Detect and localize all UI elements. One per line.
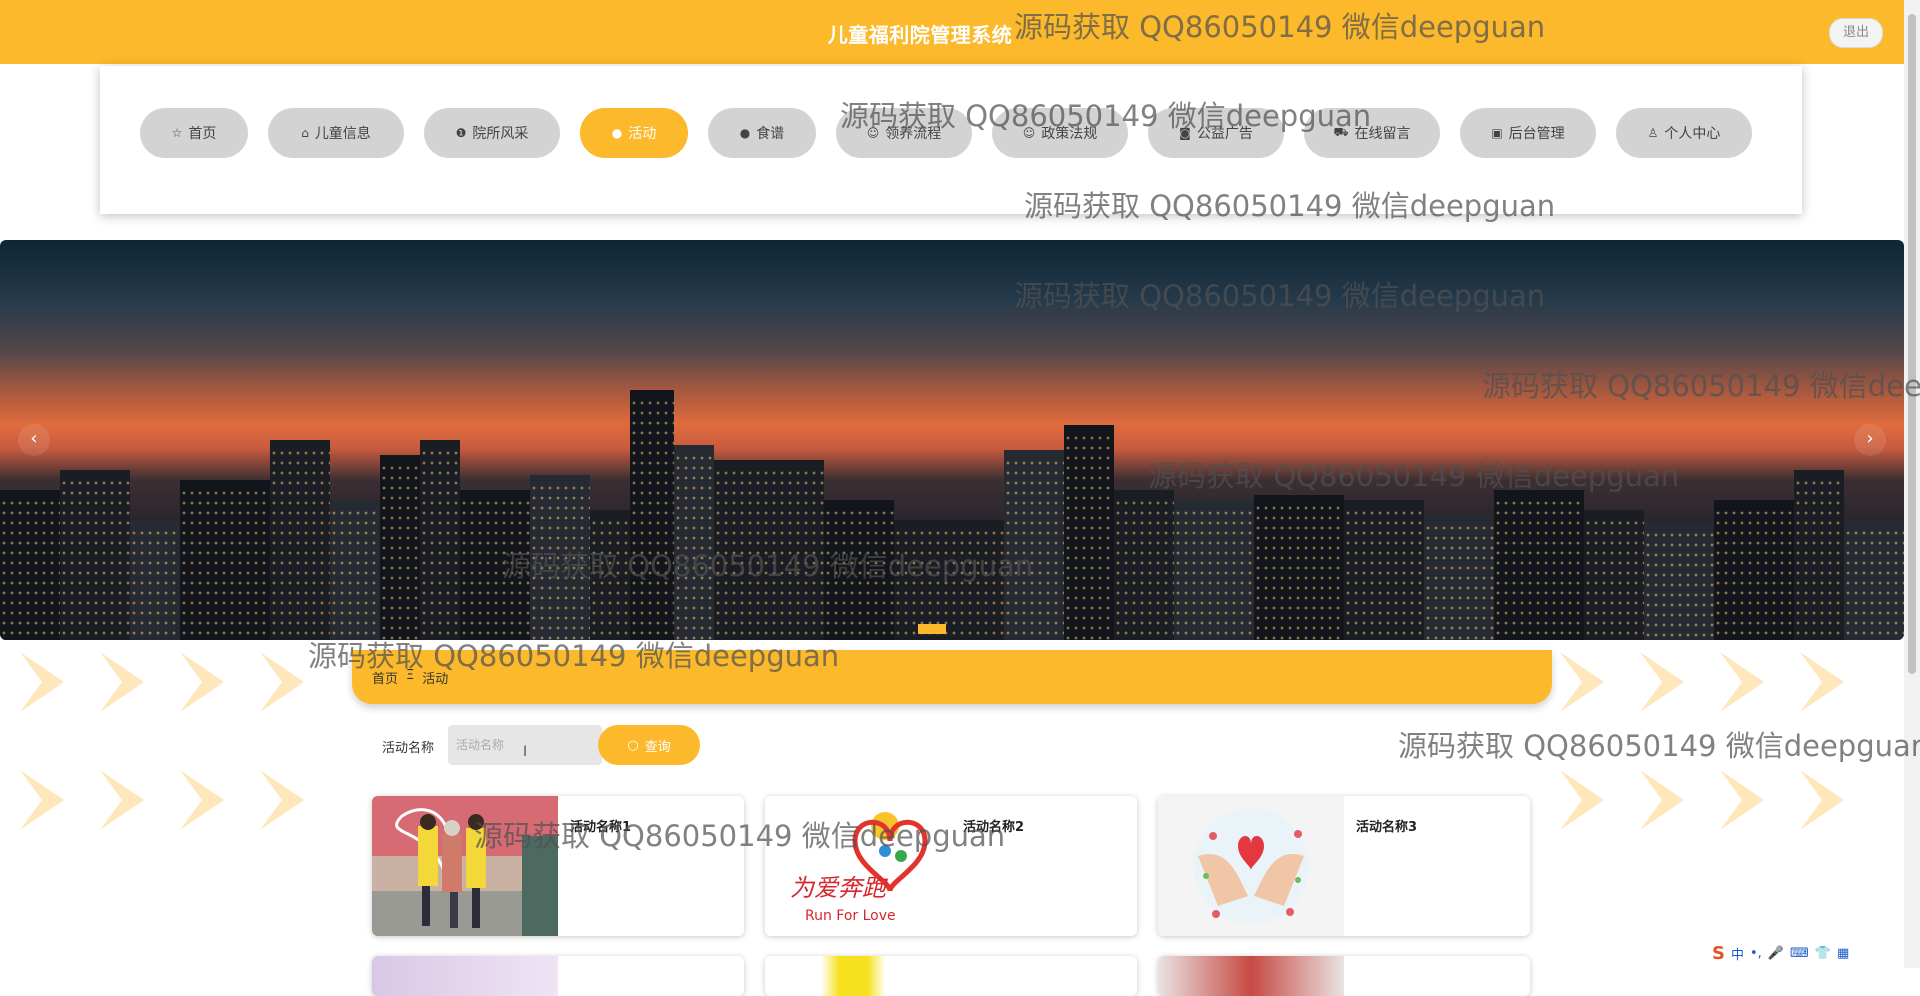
ime-language[interactable]: 中 (1731, 944, 1744, 963)
ime-punctuation-icon[interactable]: •, (1750, 946, 1762, 961)
nav-item-label: 领养流程 (885, 126, 942, 142)
activity-card[interactable] (1158, 956, 1530, 996)
card-image-caption-en: Run For Love (805, 908, 896, 924)
carousel-prev-arrow[interactable]: ‹ (18, 424, 50, 456)
nav-item-label: 公益广告 (1196, 126, 1253, 142)
nav-item-children-info[interactable]: ⌂ 儿童信息 (268, 108, 404, 158)
activity-image (1158, 956, 1344, 996)
breadcrumb: 首页 Ξ 活动 (372, 668, 448, 687)
carousel-next-arrow[interactable]: › (1854, 424, 1886, 456)
sogou-logo-icon: S (1712, 942, 1725, 964)
activity-image (372, 956, 558, 996)
nav-item-label: 活动 (628, 126, 657, 142)
card-image-caption-cn: 为爱奔跑 (790, 874, 889, 902)
nav-item-label: 食谱 (756, 126, 785, 142)
nav-item-recipes[interactable]: ● 食谱 (708, 108, 816, 158)
nav-card: ☆ 首页 ⌂ 儿童信息 ❶ 院所风采 ● 活动 ● 食谱 ☺ 领养流程 ☺ 政策… (100, 66, 1802, 214)
star-icon: ☆ (171, 126, 183, 140)
search-button[interactable]: ○ 查询 (598, 725, 700, 765)
site-title: 儿童福利院管理系统 (827, 23, 1013, 47)
truck-icon: ⛟ (1333, 125, 1349, 139)
top-header-bar: 儿童福利院管理系统 退出 (0, 0, 1904, 64)
nav-item-admin[interactable]: ▣ 后台管理 (1460, 108, 1596, 158)
activity-card[interactable]: 活动名称3 (1158, 796, 1530, 936)
nav-item-label: 首页 (188, 126, 217, 142)
activity-card-title[interactable]: 活动名称2 (963, 816, 1024, 835)
breadcrumb-home[interactable]: 首页 (372, 668, 398, 687)
user-icon: ♙ (1647, 126, 1659, 140)
camera-icon: ◙ (1179, 126, 1191, 140)
smile-icon: ☺ (866, 126, 880, 140)
carousel-indicator[interactable] (918, 624, 946, 634)
ime-toolbar[interactable]: S 中 •, 🎤 ⌨ 👕 ▦ (1712, 942, 1849, 964)
activity-card[interactable]: 活动名称1 (372, 796, 744, 936)
activity-image: 为爱奔跑 Run For Love (765, 796, 951, 936)
breadcrumb-current: 活动 (422, 672, 449, 687)
nav-item-adoption-process[interactable]: ☺ 领养流程 (836, 108, 972, 158)
shirt-icon[interactable]: 👕 (1815, 946, 1831, 961)
activity-image (1158, 796, 1344, 936)
activity-card[interactable]: 为爱奔跑 Run For Love 活动名称2 (765, 796, 1137, 936)
info-icon: ● (739, 126, 751, 140)
nav-item-label: 院所风采 (472, 126, 529, 142)
watermark-text: 源码获取 QQ86050149 微信deepguan (1398, 729, 1920, 763)
nav-item-policies[interactable]: ☺ 政策法规 (992, 108, 1128, 158)
dashboard-icon: ▣ (1491, 126, 1503, 140)
smile-icon: ☺ (1022, 126, 1036, 140)
nav-item-label: 个人中心 (1664, 126, 1721, 142)
scrollbar-thumb[interactable] (1908, 14, 1916, 674)
microphone-icon[interactable]: 🎤 (1768, 946, 1784, 961)
grid-icon[interactable]: ▦ (1837, 946, 1849, 961)
breadcrumb-separator-icon: Ξ (406, 668, 415, 683)
nav-item-label: 政策法规 (1041, 126, 1098, 142)
activity-card[interactable] (372, 956, 744, 996)
nav-item-label: 在线留言 (1354, 126, 1411, 142)
nav-item-label: 后台管理 (1508, 126, 1565, 142)
activity-card-title[interactable]: 活动名称3 (1356, 816, 1417, 835)
activity-image (372, 796, 558, 936)
nav-item-public-ads[interactable]: ◙ 公益广告 (1148, 108, 1284, 158)
nav-item-institution-gallery[interactable]: ❶ 院所风采 (424, 108, 560, 158)
activity-image (765, 956, 951, 996)
bag-icon: ⌂ (301, 126, 309, 140)
nav-item-activities[interactable]: ● 活动 (580, 108, 688, 158)
nav-item-home[interactable]: ☆ 首页 (140, 108, 248, 158)
search-icon: ○ (627, 737, 639, 753)
info-icon: ● (611, 126, 623, 140)
activity-card[interactable] (765, 956, 1137, 996)
nav-item-profile[interactable]: ♙ 个人中心 (1616, 108, 1752, 158)
text-cursor-icon: I (523, 744, 528, 760)
breadcrumb-bar: 首页 Ξ 活动 (352, 650, 1552, 704)
keyboard-icon[interactable]: ⌨ (1790, 946, 1809, 961)
banner-carousel[interactable]: ‹ › (0, 240, 1904, 640)
exclamation-icon: ❶ (455, 126, 467, 140)
search-button-label: 查询 (644, 739, 671, 755)
logout-button[interactable]: 退出 (1829, 18, 1883, 48)
nav-item-label: 儿童信息 (314, 126, 371, 142)
activity-card-title[interactable]: 活动名称1 (570, 816, 631, 835)
nav-item-online-message[interactable]: ⛟ 在线留言 (1304, 108, 1440, 158)
search-label: 活动名称 (382, 741, 435, 756)
